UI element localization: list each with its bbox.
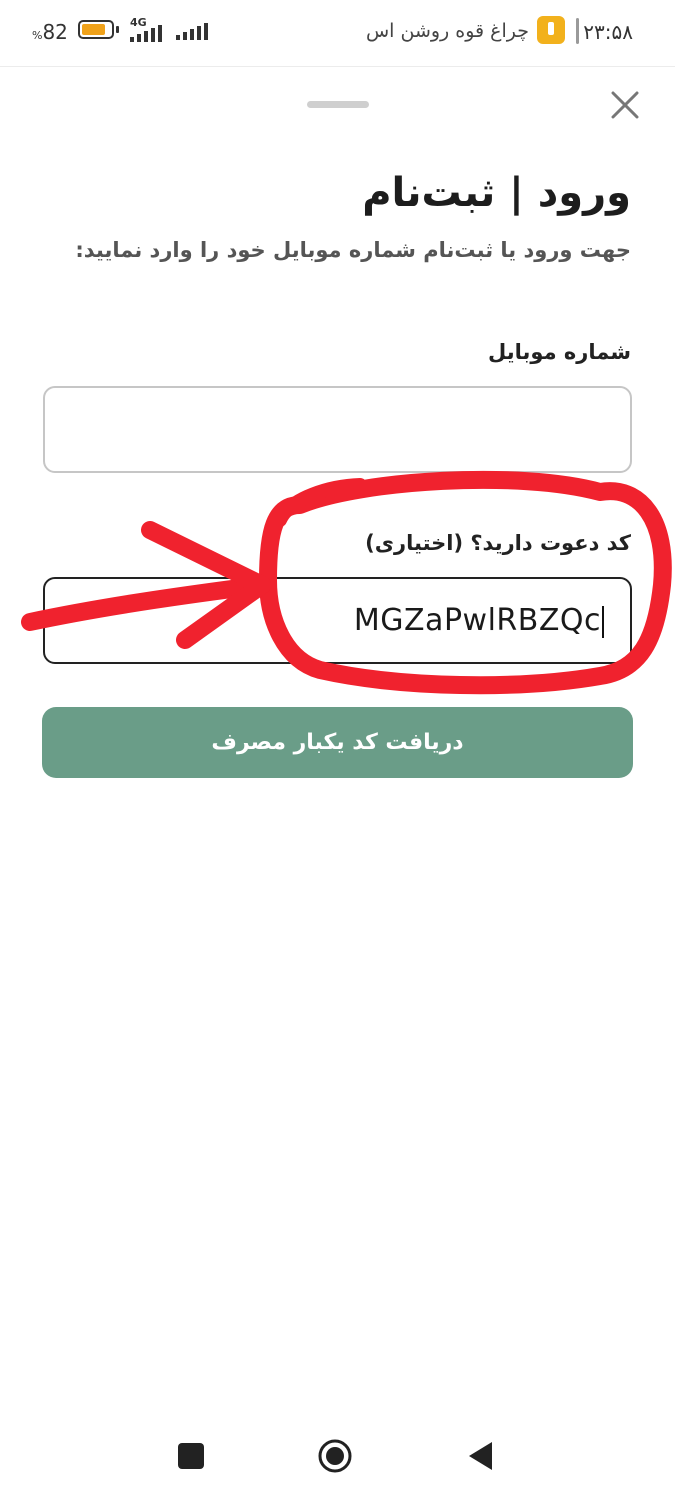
battery-cap xyxy=(116,26,119,33)
invite-code-value-wrap: MGZaPwlRBZQc xyxy=(354,603,604,638)
invite-code-field[interactable]: MGZaPwlRBZQc xyxy=(43,577,632,664)
page-subtitle: جهت ورود یا ثبت‌نام شماره موبایل خود را … xyxy=(75,238,631,262)
mobile-field[interactable] xyxy=(43,386,632,473)
battery-percent-value: 82 xyxy=(42,20,68,44)
invite-code-value: MGZaPwlRBZQc xyxy=(353,603,601,638)
page-title: ورود | ثبت‌نام xyxy=(362,170,631,216)
status-time: ۲۳:۵۸ xyxy=(583,20,633,44)
invite-code-label: کد دعوت دارید؟ (اختیاری) xyxy=(365,531,631,555)
status-separator xyxy=(576,18,579,44)
get-otp-button[interactable]: دریافت کد یکبار مصرف xyxy=(42,707,633,778)
flashlight-icon xyxy=(537,16,565,44)
home-icon[interactable] xyxy=(317,1438,353,1474)
recents-icon[interactable] xyxy=(178,1443,204,1469)
status-bar: ۲۳:۵۸ چراغ قوه روشن اس %82 4G xyxy=(0,0,675,67)
cellular-signal-icon xyxy=(130,24,162,42)
status-notification-text: چراغ قوه روشن اس xyxy=(365,20,529,42)
close-icon[interactable] xyxy=(606,86,644,124)
battery-icon xyxy=(78,20,114,39)
back-icon[interactable] xyxy=(466,1440,494,1472)
battery-percent: %82 xyxy=(32,20,68,44)
mobile-label: شماره موبایل xyxy=(488,340,631,364)
battery-fill xyxy=(82,24,105,35)
battery-percent-sign: % xyxy=(32,29,43,42)
sheet-drag-handle[interactable] xyxy=(307,101,369,108)
cellular-signal-2-icon xyxy=(176,22,208,40)
text-caret xyxy=(602,605,604,638)
circle-annotation-tail xyxy=(273,478,367,527)
